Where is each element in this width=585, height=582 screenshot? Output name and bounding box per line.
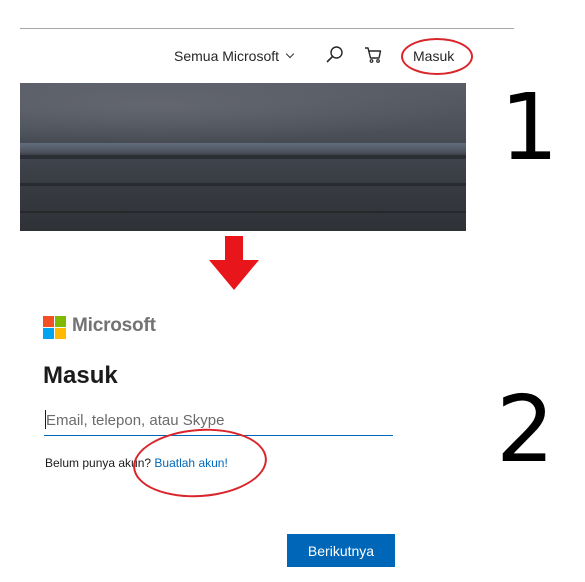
hero-banner-image [20,83,466,231]
hero-band [20,183,466,186]
signin-link[interactable]: Masuk [413,46,454,66]
all-microsoft-menu[interactable]: Semua Microsoft [174,46,295,66]
header-divider [20,28,514,29]
create-account-link[interactable]: Buatlah akun! [154,456,227,470]
email-input[interactable] [44,406,393,436]
hero-band [20,143,466,153]
signin-title: Masuk [43,362,118,389]
search-icon[interactable] [325,45,345,65]
all-microsoft-label: Semua Microsoft [174,48,280,64]
no-account-line: Belum punya akun? Buatlah akun! [45,456,228,470]
hero-band [20,155,466,159]
down-arrow-icon [209,236,259,290]
no-account-text: Belum punya akun? [45,456,155,470]
step-number-1: 1 [500,74,559,181]
hero-haze [20,83,466,143]
microsoft-wordmark: Microsoft [72,315,156,336]
chevron-down-icon [285,49,295,59]
text-caret [45,410,46,429]
step-number-2: 2 [496,376,555,483]
cart-icon[interactable] [363,45,383,65]
microsoft-logo-icon [43,316,66,339]
hero-band [20,211,466,213]
next-button[interactable]: Berikutnya [287,534,395,567]
